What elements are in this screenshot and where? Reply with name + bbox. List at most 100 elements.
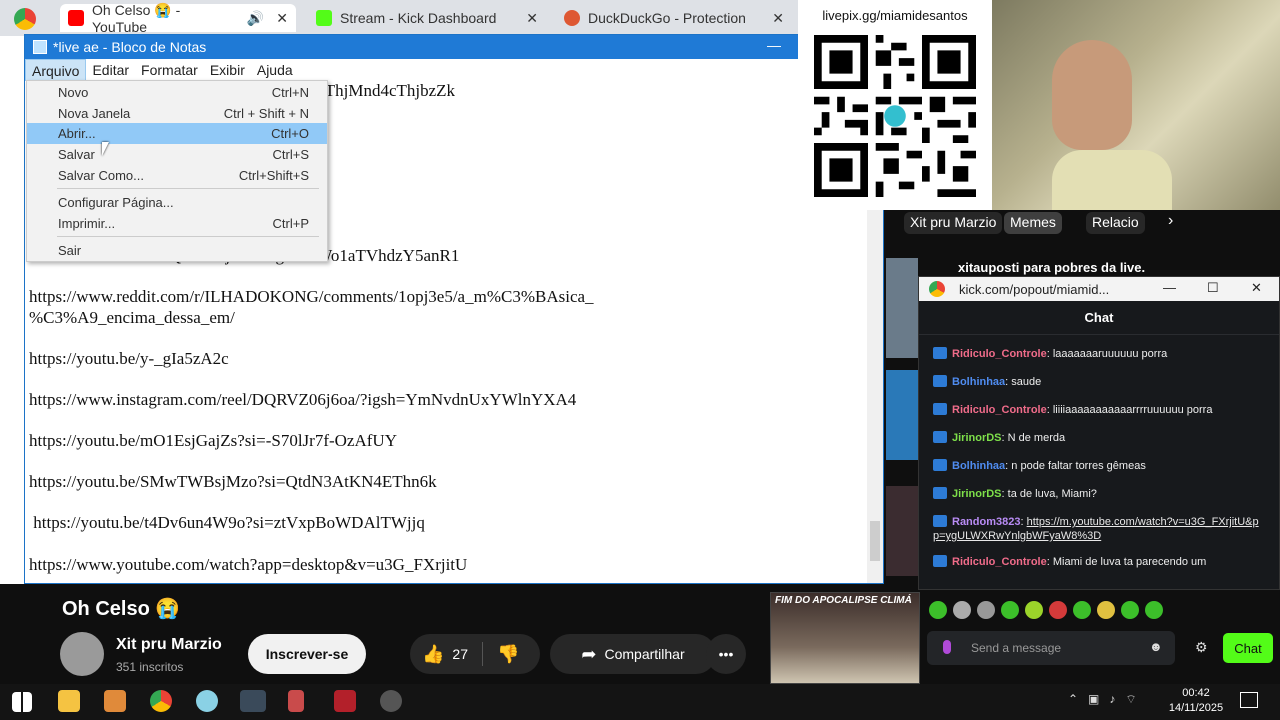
emote-icon[interactable] [977,601,995,619]
notepad-line[interactable] [29,266,865,287]
notepad-line[interactable] [29,534,865,555]
like-count[interactable]: 27 [452,646,468,662]
close-tab-icon[interactable]: ✕ [526,10,538,27]
chrome-icon[interactable] [150,690,172,712]
windows-start-icon[interactable] [12,692,32,712]
related-thumbnail[interactable] [886,258,918,358]
notepad-line[interactable]: https://www.youtube.com/watch?app=deskto… [29,555,865,576]
video-thumbnail[interactable]: FIM DO APOCALIPSE CLIMÁ [770,592,920,684]
menu-item-imprimir[interactable]: Imprimir... Ctrl+P [27,213,327,234]
menu-editar[interactable]: Editar [86,59,135,81]
minimize-icon[interactable]: — [767,37,781,53]
notepad-icon [33,40,47,54]
more-actions-button[interactable]: ••• [706,634,746,674]
menu-formatar[interactable]: Formatar [135,59,204,81]
chip-memes[interactable]: Memes [1004,212,1062,234]
menu-arquivo[interactable]: Arquivo [25,59,87,81]
thumbs-down-icon[interactable]: 👎 [497,644,519,665]
notepad-line[interactable] [29,452,865,473]
subscribe-button[interactable]: Inscrever-se [248,634,366,674]
browser-logo-icon[interactable] [14,8,36,30]
notepad-taskbar-icon[interactable] [240,690,266,712]
emote-icon[interactable] [1025,601,1043,619]
notepad-line[interactable] [29,411,865,432]
menu-item-label: Salvar Como... [58,168,144,183]
menu-ajuda[interactable]: Ajuda [251,59,299,81]
emote-icon[interactable] [1145,601,1163,619]
calculator-icon[interactable] [288,690,304,712]
app-icon[interactable] [196,690,218,712]
chip-channel[interactable]: Xit pru Marzio [904,212,1003,234]
maximize-icon[interactable]: ☐ [1207,280,1219,296]
emote-icon[interactable] [953,601,971,619]
tab-youtube[interactable]: Oh Celso 😭 - YouTube 🔊 ✕ [60,2,296,35]
webcam-overlay [992,0,1280,218]
notepad-line[interactable]: https://www.reddit.com/r/ILHADOKONG/comm… [29,287,865,308]
emote-icon[interactable] [1001,601,1019,619]
menu-item-configurar-pagina[interactable]: Configurar Página... [27,192,327,213]
share-button[interactable]: ➦ Compartilhar [550,634,716,674]
notepad-line[interactable]: https://youtu.be/y-_gIa5zA2c [29,349,865,370]
related-thumbnail[interactable] [886,370,918,460]
notepad-line[interactable]: https://youtu.be/SMwTWBsjMzo?si=QtdN3AtK… [29,472,865,493]
notepad-line[interactable] [29,369,865,390]
menu-item-novo[interactable]: Novo Ctrl+N [27,82,327,103]
channel-name[interactable]: Xit pru Marzio [116,636,222,654]
chat-text: saude [1011,376,1042,388]
close-tab-icon[interactable]: ✕ [772,10,784,27]
chat-username[interactable]: Ridiculo_Controle [952,404,1047,416]
like-divider [482,642,483,666]
speaker-icon[interactable]: 🔊 [247,10,264,27]
chat-username[interactable]: Ridiculo_Controle [952,556,1047,568]
tab-kick-dashboard[interactable]: Stream - Kick Dashboard ✕ [308,4,546,32]
media-player-icon[interactable] [104,690,126,712]
chat-username[interactable]: Bolhinhaa [952,460,1005,472]
chat-message: Bolhinhaa: n pode faltar torres gêmeas [933,459,1263,473]
notepad-line[interactable] [29,328,865,349]
chat-message-input[interactable]: Send a message [927,631,1175,665]
chat-username[interactable]: Random3823 [952,516,1020,528]
system-tray-icons[interactable]: ⌃▣♪⌔ [1068,692,1147,707]
notifications-icon[interactable] [1240,692,1258,708]
related-thumbnail[interactable] [886,486,918,576]
chat-username[interactable]: JirinorDS [952,488,1002,500]
menu-item-nova-janela[interactable]: Nova Janela Ctrl + Shift + N [27,103,327,124]
settings-gear-icon[interactable]: ⚙ [1195,639,1208,656]
fl-studio-icon[interactable] [334,690,356,712]
notepad-line[interactable]: %C3%A9_encima_dessa_em/ [29,308,865,329]
menu-item-abrir[interactable]: Abrir... Ctrl+O [27,123,327,144]
channel-avatar[interactable] [60,632,104,676]
tab-duckduckgo[interactable]: DuckDuckGo - Protection ✕ [556,4,792,32]
emoji-icon[interactable]: ☻ [1149,639,1163,654]
menu-item-salvar-como[interactable]: Salvar Como... Ctrl+Shift+S [27,165,327,186]
close-tab-icon[interactable]: ✕ [276,10,288,27]
chat-username[interactable]: Ridiculo_Controle [952,348,1047,360]
microphone-icon[interactable] [943,640,951,654]
user-badge-icon [933,459,947,471]
emote-icon[interactable] [1049,601,1067,619]
menu-item-salvar[interactable]: Salvar Ctrl+S [27,144,327,165]
notepad-line[interactable]: https://www.instagram.com/reel/DQRVZ06j6… [29,390,865,411]
send-chat-button[interactable]: Chat [1223,633,1273,663]
notepad-line[interactable] [29,493,865,514]
minimize-icon[interactable]: — [1163,280,1176,295]
menu-exibir[interactable]: Exibir [204,59,251,81]
taskbar-clock[interactable]: 00:42 14/11/2025 [1166,686,1226,716]
emote-icon[interactable] [1073,601,1091,619]
related-video-title[interactable]: xitauposti para pobres da live. [958,260,1145,275]
chat-username[interactable]: Bolhinhaa [952,376,1005,388]
file-explorer-icon[interactable] [58,690,80,712]
thumbs-up-icon[interactable]: 👍 [422,644,444,665]
obs-icon[interactable] [380,690,402,712]
notepad-line[interactable]: https://youtu.be/mO1EsjGajZs?si=-S70lJr7… [29,431,865,452]
emote-icon[interactable] [1121,601,1139,619]
emote-icon[interactable] [1097,601,1115,619]
emote-icon[interactable] [929,601,947,619]
chevron-right-icon[interactable]: › [1168,212,1173,230]
scrollbar-thumb[interactable] [870,521,880,561]
close-icon[interactable]: ✕ [1251,280,1262,296]
notepad-line[interactable]: https://youtu.be/t4Dv6un4W9o?si=ztVxpBoW… [29,513,865,534]
menu-item-sair[interactable]: Sair [27,240,327,261]
chip-related[interactable]: Relacio [1086,212,1145,234]
chat-username[interactable]: JirinorDS [952,432,1002,444]
